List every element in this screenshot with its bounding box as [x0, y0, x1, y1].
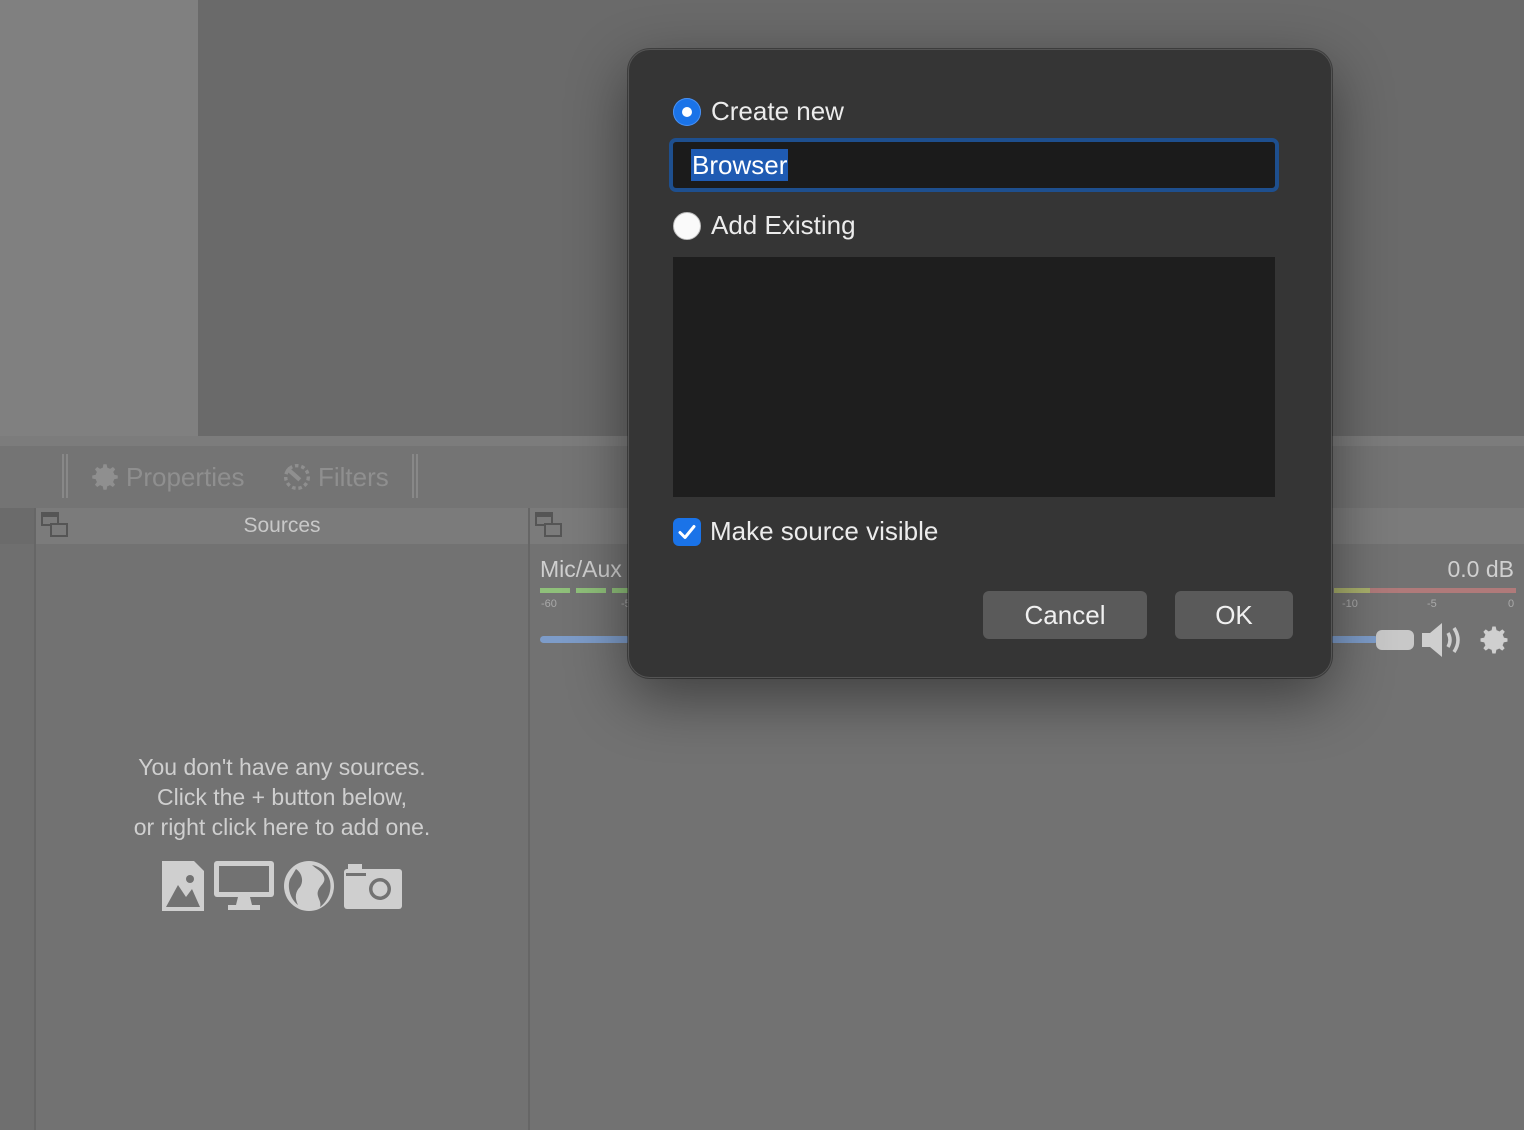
- cancel-button-label: Cancel: [1024, 599, 1106, 630]
- checkmark-icon: [678, 524, 696, 539]
- make-visible-option[interactable]: Make source visible: [673, 516, 938, 547]
- empty-message-line: Click the + button below,: [157, 784, 407, 810]
- add-existing-option[interactable]: Add Existing: [673, 210, 856, 241]
- sources-dock-title: Sources: [243, 514, 321, 537]
- camera-icon: [344, 864, 402, 909]
- mixer-channel-name: Mic/Aux: [540, 556, 622, 582]
- properties-button[interactable]: Properties: [88, 458, 245, 496]
- ok-button[interactable]: OK: [1175, 591, 1293, 639]
- speaker-icon[interactable]: [1420, 620, 1468, 660]
- ok-button-label: OK: [1215, 599, 1253, 630]
- context-separator: [412, 454, 418, 498]
- empty-message-line: You don't have any sources.: [138, 754, 426, 780]
- meter-tick-label: 0: [1508, 598, 1515, 610]
- make-visible-checkbox[interactable]: [673, 517, 701, 546]
- scenes-dock-body: [0, 544, 34, 1130]
- properties-label: Properties: [126, 461, 245, 492]
- gear-icon: [92, 464, 118, 490]
- mixer-level-readout: 0.0 dB: [1447, 556, 1515, 582]
- create-new-radio[interactable]: [673, 97, 701, 126]
- volume-meter: [1334, 588, 1370, 593]
- volume-meter: [1370, 588, 1516, 593]
- source-type-icons: [160, 858, 410, 914]
- source-name-input[interactable]: Browser: [669, 138, 1279, 192]
- undock-icon[interactable]: [40, 510, 70, 540]
- undock-icon[interactable]: [534, 510, 564, 540]
- filters-icon: [283, 463, 311, 491]
- sources-dock-header: Sources: [36, 508, 528, 544]
- volume-slider-handle[interactable]: [1376, 630, 1414, 650]
- add-existing-label: Add Existing: [711, 210, 856, 240]
- gear-icon[interactable]: [1476, 620, 1512, 660]
- meter-tick-label: -10: [1342, 598, 1358, 610]
- meter-tick-label: -60: [541, 598, 557, 610]
- create-new-option[interactable]: Create new: [673, 96, 844, 127]
- filters-label: Filters: [318, 461, 389, 492]
- filters-button[interactable]: Filters: [280, 458, 389, 496]
- display-icon: [214, 861, 274, 910]
- preview-left-panel: [0, 0, 198, 436]
- create-new-label: Create new: [711, 96, 844, 126]
- empty-message-line: or right click here to add one.: [133, 814, 431, 840]
- globe-icon: [284, 861, 334, 911]
- context-separator: [62, 454, 68, 498]
- volume-meter: [540, 588, 630, 593]
- sources-empty-message: You don't have any sources. Click the + …: [36, 752, 528, 842]
- cancel-button[interactable]: Cancel: [983, 591, 1147, 639]
- add-existing-radio[interactable]: [673, 211, 701, 240]
- image-icon: [162, 861, 204, 911]
- meter-tick-label: -5: [1427, 598, 1437, 610]
- source-name-value: Browser: [691, 149, 789, 181]
- existing-sources-list[interactable]: [673, 257, 1275, 497]
- make-visible-label: Make source visible: [710, 516, 939, 546]
- volume-slider-track[interactable]: [540, 636, 630, 643]
- volume-slider-track[interactable]: [1330, 636, 1378, 643]
- add-source-dialog: Create new Browser Add Existing Make sou…: [628, 49, 1332, 678]
